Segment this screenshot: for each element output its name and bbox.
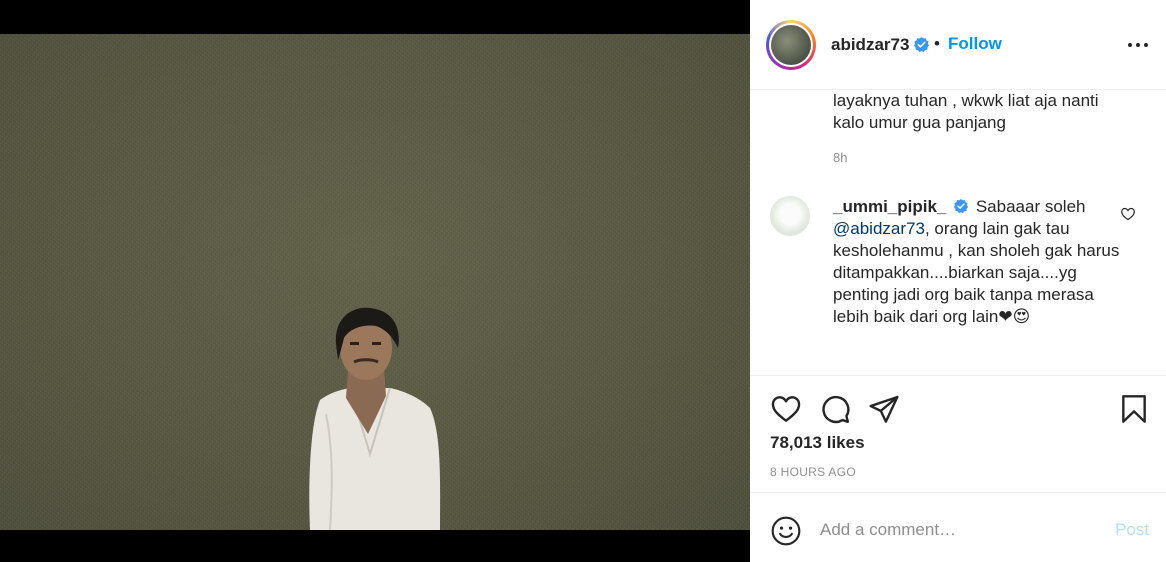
photo-subject <box>309 307 441 530</box>
comments-list: layaknya tuhan , wkwk liat aja nanti kal… <box>750 90 1166 376</box>
emoji-icon[interactable] <box>770 515 802 547</box>
more-options-icon[interactable] <box>1124 34 1152 54</box>
commenter-avatar[interactable] <box>770 196 810 236</box>
comment-input[interactable] <box>820 517 1100 543</box>
verified-badge-icon <box>954 199 969 213</box>
save-icon[interactable] <box>1118 393 1150 425</box>
add-comment-bar: Post <box>750 492 1166 562</box>
comment-timestamp[interactable]: 8h <box>833 150 847 165</box>
post-media <box>0 0 750 562</box>
header-separator: • <box>934 34 940 53</box>
post-photo <box>0 34 750 530</box>
author-username[interactable]: abidzar73 <box>831 35 909 55</box>
post-comment-button[interactable]: Post <box>1115 520 1149 540</box>
comment-mention-link[interactable]: @abidzar73 <box>833 219 925 238</box>
comment-continuation-text: layaknya tuhan , wkwk liat aja nanti kal… <box>833 91 1099 132</box>
verified-badge-icon <box>913 37 930 52</box>
comment-item: _ummi_pipik_ Sabaaar soleh @abidzar73, o… <box>833 196 1133 328</box>
post-side-panel: abidzar73 • Follow layaknya tuhan , wkwk… <box>750 0 1166 562</box>
post-header: abidzar73 • Follow <box>750 0 1166 90</box>
follow-button[interactable]: Follow <box>948 34 1002 54</box>
like-icon[interactable] <box>770 393 802 425</box>
commenter-username[interactable]: _ummi_pipik_ <box>833 197 946 216</box>
comment-emojis: ❤😍 <box>998 307 1031 326</box>
comment-text-lead: Sabaaar soleh <box>975 197 1086 216</box>
author-avatar[interactable] <box>766 20 816 70</box>
share-icon[interactable] <box>868 393 900 425</box>
small-heart-icon[interactable] <box>1120 206 1136 222</box>
comment-icon[interactable] <box>819 393 851 425</box>
post-time-ago[interactable]: 8 HOURS AGO <box>770 465 856 479</box>
likes-count[interactable]: 78,013 likes <box>770 433 865 453</box>
